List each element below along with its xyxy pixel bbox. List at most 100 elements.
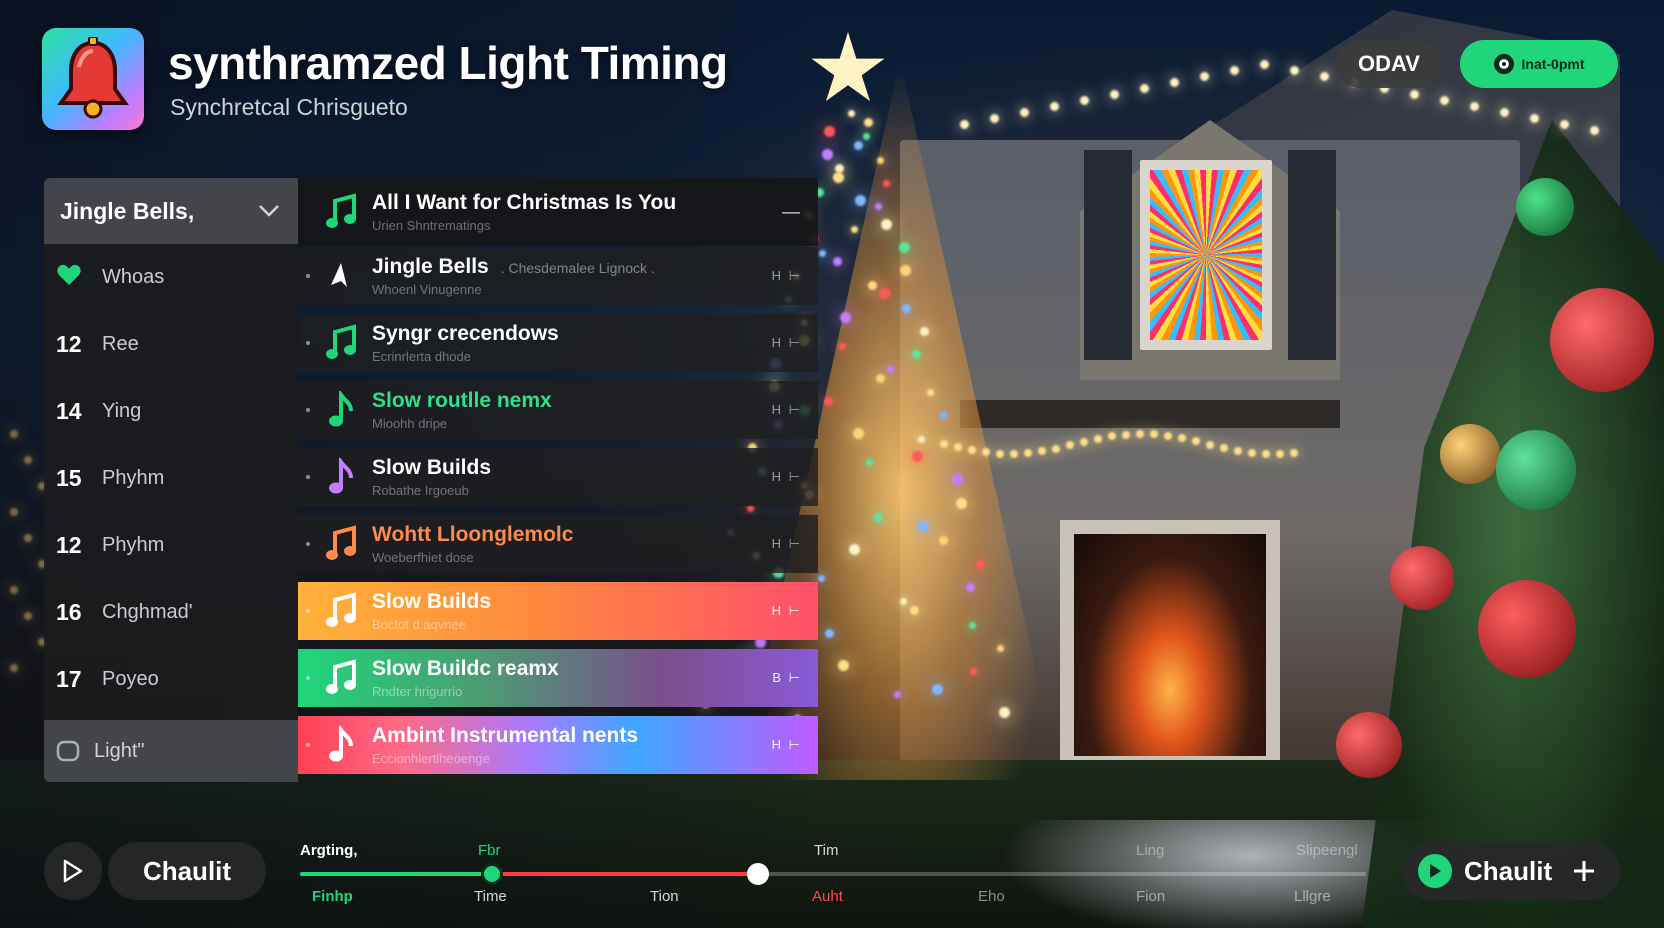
sidebar-item[interactable]: 12 Ree <box>44 311 298 378</box>
track-title-line: Ambint Instrumental nents <box>372 724 752 748</box>
track-text: Slow Builds Robathe Irgoeub <box>372 456 752 498</box>
track-row[interactable]: Ambint Instrumental nents Eccionhlertlheo… <box>298 716 818 774</box>
track-title: Slow Builds <box>372 590 492 613</box>
odav-button[interactable]: ODAV <box>1336 40 1442 88</box>
song-selector-dropdown[interactable]: Jingle Bells, <box>44 178 298 244</box>
light-bulb <box>1410 90 1419 99</box>
track-controls[interactable]: B ⊢ <box>772 670 802 686</box>
sidebar-item-number: 15 <box>56 465 82 491</box>
app-subtitle: Synchretcal Chrisgueto <box>170 94 408 120</box>
light-bulb <box>955 497 967 509</box>
chaulit-button-right[interactable]: Chaulit <box>1402 842 1620 900</box>
light-bulb <box>1500 108 1509 117</box>
track-handle[interactable] <box>306 676 310 680</box>
plus-icon[interactable] <box>1572 859 1596 883</box>
track-handle[interactable] <box>306 341 310 345</box>
play-circle-icon <box>1418 854 1452 888</box>
track-controls[interactable]: H ⊢ <box>772 536 802 552</box>
track-list: All I Want for Christmas Is You Urien Shn… <box>298 178 818 783</box>
light-bulb <box>1590 126 1599 135</box>
track-title-line: Wohtt Lloonglemolc <box>372 523 752 547</box>
track-handle[interactable] <box>306 609 310 613</box>
sidebar-footer-light[interactable]: Light" <box>44 720 298 782</box>
track-text: Syngr crecendows Ecrinrlerta dhode <box>372 322 752 364</box>
track-handle[interactable] <box>306 542 310 546</box>
light-bulb <box>1206 440 1214 449</box>
light-bulb <box>1094 434 1102 443</box>
light-bulb <box>990 114 999 123</box>
track-handle[interactable] <box>306 408 310 412</box>
track-controls[interactable]: H ⊢ <box>772 469 802 485</box>
sidebar-item[interactable]: 12 Phyhm <box>44 512 298 579</box>
live-button-label: Inat-0pmt <box>1521 56 1585 72</box>
track-controls[interactable]: H ⊢ <box>772 402 802 418</box>
timeline-top-label: Slipeengl <box>1296 842 1358 859</box>
light-bulb <box>823 396 833 406</box>
track-row[interactable]: Slow Buildc reamx Rndter hrigurrio B ⊢ <box>298 649 818 707</box>
track-title: Syngr crecendows <box>372 322 559 345</box>
track-row[interactable]: Wohtt Lloonglemolc Woeberfhiet dose H ⊢ <box>298 515 818 573</box>
track-controls[interactable]: — <box>782 202 802 223</box>
timeline-playhead[interactable] <box>747 863 770 885</box>
play-button[interactable] <box>44 842 102 900</box>
track-handle[interactable] <box>306 274 310 278</box>
light-bulb <box>1560 120 1569 129</box>
window-shutter <box>1084 150 1132 360</box>
track-subtitle: Woeberfhiet dose <box>372 550 474 565</box>
track-title-line: Jingle Bells . Chesdemalee Lignock . <box>372 255 752 279</box>
heart-icon <box>56 263 88 293</box>
timeline-bottom-label: Time <box>474 888 507 905</box>
track-controls[interactable]: H ⊢ <box>772 268 802 284</box>
track-text: Jingle Bells . Chesdemalee Lignock . Whoen… <box>372 255 752 297</box>
light-bulb <box>875 373 885 383</box>
sidebar-item[interactable]: 14 Ying <box>44 378 298 445</box>
eighth-note-icon <box>324 457 358 497</box>
track-row[interactable]: All I Want for Christmas Is You Urien Shn… <box>298 178 818 246</box>
track-row[interactable]: Slow Builds Robathe Irgoeub H ⊢ <box>298 448 818 506</box>
timeline-bottom-label: Auht <box>812 888 843 905</box>
track-row[interactable]: Jingle Bells . Chesdemalee Lignock . Whoen… <box>298 247 818 305</box>
timeline-top-label: Argting, <box>300 842 358 859</box>
track-title: Slow Buildc reamx <box>372 657 559 680</box>
bell-icon <box>57 37 129 119</box>
light-bulb <box>864 117 874 127</box>
light-bulb <box>1200 72 1209 81</box>
light-bulb <box>868 280 878 290</box>
timeline-bottom-label: Finhp <box>312 888 353 905</box>
sidebar-item[interactable]: Whoas <box>44 244 298 311</box>
light-bulb <box>940 440 948 448</box>
track-row[interactable]: Slow Builds Boctot d aqvnee H ⊢ <box>298 582 818 640</box>
light-bulb <box>1052 444 1060 453</box>
track-row[interactable]: Slow routlle nemx Mioohh dripe H ⊢ <box>298 381 818 439</box>
track-controls[interactable]: H ⊢ <box>772 603 802 619</box>
fireplace <box>1060 520 1280 770</box>
sidebar-item-label: Phyhm <box>102 467 165 489</box>
track-title-line: All I Want for Christmas Is You <box>372 191 752 215</box>
sidebar-item-label: Chghmad' <box>102 601 193 623</box>
bauble <box>1516 178 1574 236</box>
timeline-marker-green[interactable] <box>480 863 503 885</box>
track-text: Wohtt Lloonglemolc Woeberfhiet dose <box>372 523 752 565</box>
track-row[interactable]: Syngr crecendows Ecrinrlerta dhode H ⊢ <box>298 314 818 372</box>
track-controls[interactable]: H ⊢ <box>772 737 802 753</box>
sidebar-item[interactable]: 17 Poyeo <box>44 646 298 713</box>
light-bulb <box>917 520 929 532</box>
light-bulb <box>824 629 834 639</box>
track-handle[interactable] <box>306 475 310 479</box>
sidebar-item[interactable]: 15 Phyhm <box>44 445 298 512</box>
sidebar-item-label: Phyhm <box>102 534 165 556</box>
sidebar-item-number: 14 <box>56 398 82 424</box>
track-title-line: Slow routlle nemx <box>372 389 752 413</box>
track-handle[interactable] <box>306 743 310 747</box>
bauble <box>1440 424 1500 484</box>
chaulit-button-left[interactable]: Chaulit <box>108 842 266 900</box>
light-bulb <box>1140 84 1149 93</box>
light-bulb <box>899 265 911 276</box>
light-bulb <box>854 141 864 150</box>
track-controls[interactable]: H ⊢ <box>772 335 802 351</box>
track-subtitle: Robathe Irgoeub <box>372 483 469 498</box>
timeline[interactable]: Argting, Fbr Tim Ling Slipeengl Finhp Ti… <box>298 836 1368 916</box>
live-button[interactable]: Inat-0pmt <box>1460 40 1618 88</box>
sidebar-item[interactable]: 16 Chghmad' <box>44 579 298 646</box>
light-bulb <box>1530 114 1539 123</box>
